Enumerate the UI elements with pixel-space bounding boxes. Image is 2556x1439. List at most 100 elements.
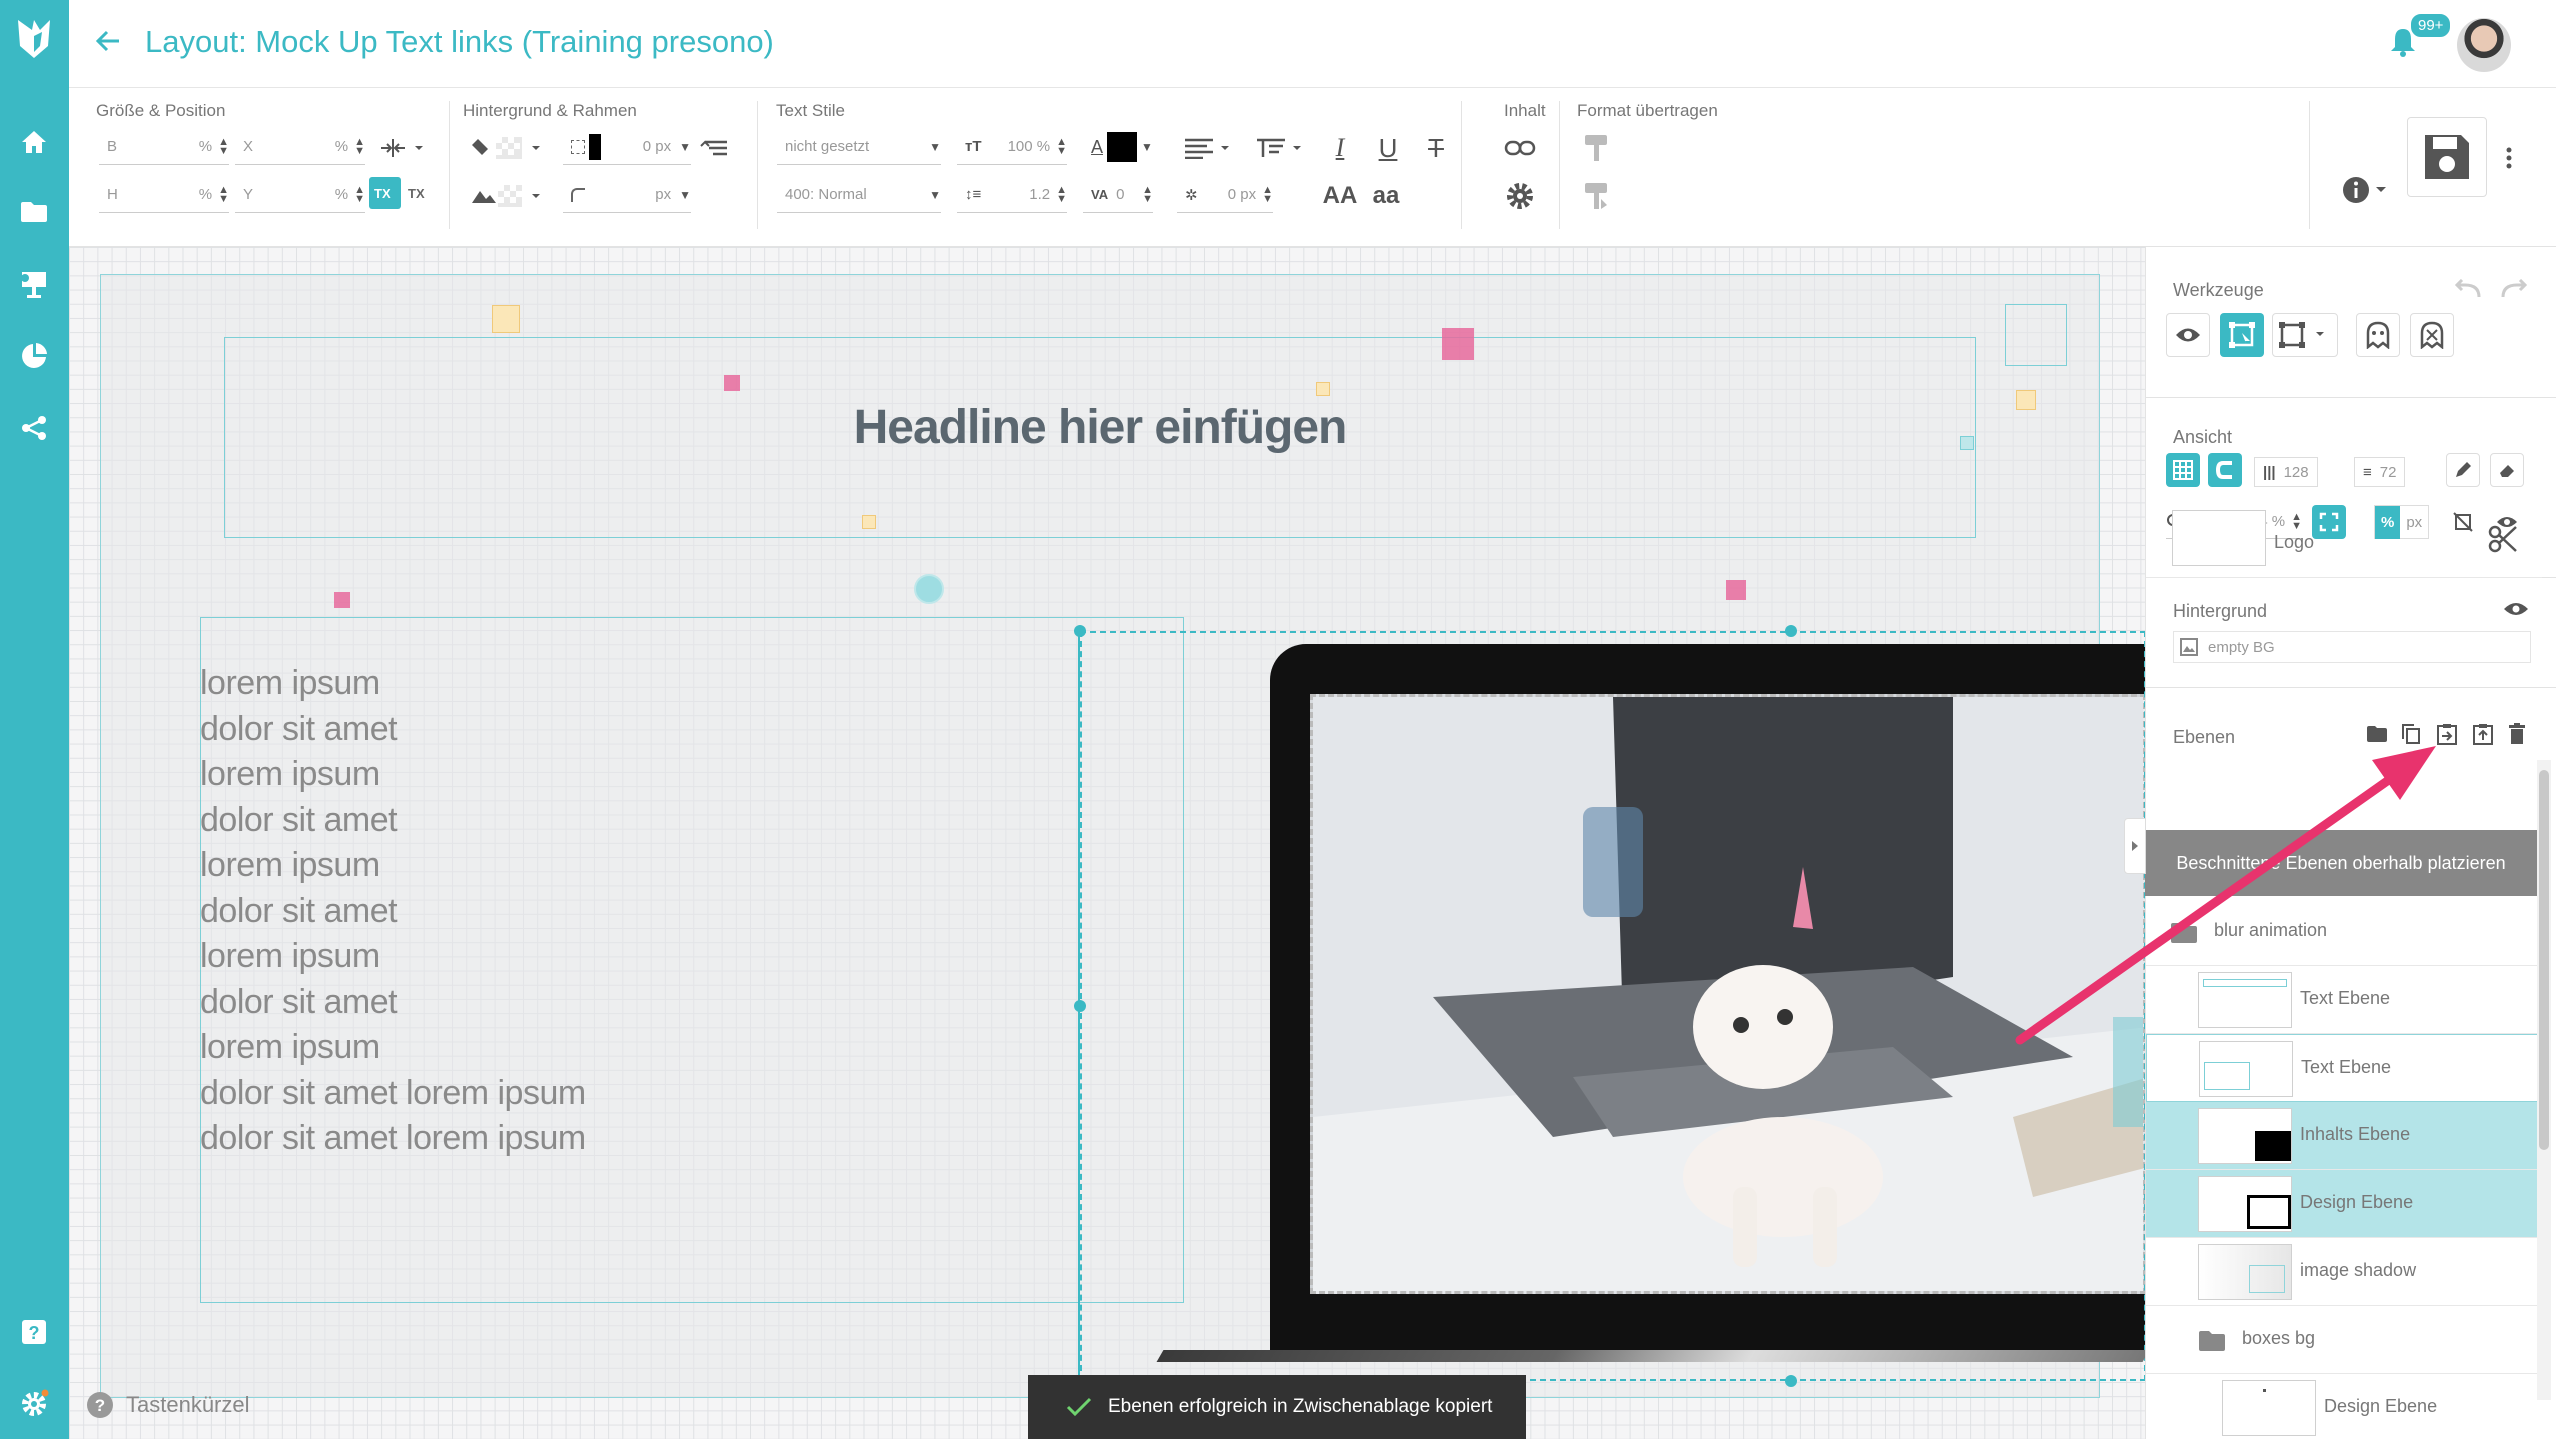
snap-magnet-icon[interactable] [2208,453,2242,487]
user-avatar[interactable] [2457,18,2511,72]
ghost-off-icon[interactable] [2410,313,2454,357]
border-width-input[interactable]: 0 px ▼ [563,129,691,165]
line-height-input[interactable]: ↕≡ 1.2 ▲ ▼ [957,177,1067,213]
selection-handle[interactable] [1785,625,1797,637]
lock-aspect-icon[interactable]: TX [369,177,401,209]
settings-gear-icon[interactable] [14,1384,54,1424]
paste-above-icon[interactable] [2468,717,2498,751]
selection-handle[interactable] [1074,625,1086,637]
help-icon[interactable]: ? [14,1312,54,1352]
content-settings-gear-icon[interactable] [1501,177,1539,215]
copy-format-icon[interactable] [1577,129,1615,167]
layer-row[interactable]: Design Ebene [2146,1170,2542,1238]
layer-row[interactable]: boxes bg [2146,1306,2542,1374]
grid-columns-input[interactable]: ||| 128 [2254,457,2318,487]
resize-handle[interactable] [1960,436,1974,450]
scissors-icon[interactable] [2488,524,2518,554]
select-tool-icon[interactable] [2220,313,2264,357]
logo-box[interactable] [2005,304,2067,366]
lorem-line: dolor sit amet [200,709,398,748]
align-distribute-icon[interactable] [371,129,431,167]
text-align-icon[interactable] [1177,129,1241,167]
layer-thumbnail [2172,510,2266,566]
eraser-icon[interactable] [2490,453,2524,487]
border-radius-input[interactable]: px ▼ [563,177,691,213]
selection-box[interactable] [1080,631,2146,1381]
lock-aspect-off-icon[interactable]: TX [403,177,435,209]
paste-inside-icon[interactable] [2432,717,2462,751]
background-eye-icon[interactable] [2496,589,2536,629]
headline-text[interactable]: Headline hier einfügen [225,400,1975,455]
paste-above-button[interactable]: Beschnittene Ebenen oberhalb platzieren [2145,830,2537,896]
back-arrow-icon[interactable] [93,26,123,56]
save-icon[interactable] [2407,117,2487,197]
background-select[interactable]: empty BG [2173,631,2531,663]
home-icon[interactable] [14,122,54,162]
border-style-icon[interactable] [695,129,733,167]
font-size-input[interactable]: тT 100 % ▲ ▼ [957,129,1067,165]
x-position-input[interactable]: X% ▲ ▼ [235,129,365,165]
layer-thumbnail [2198,1176,2292,1232]
layer-scrollbar-thumb[interactable] [2539,770,2549,1150]
paste-format-icon[interactable] [1577,177,1615,215]
redo-icon[interactable] [2492,267,2536,311]
divider [2146,397,2556,398]
letter-spacing-input[interactable]: VA 0 ▲ ▼ [1083,177,1153,213]
rotate-handle[interactable] [914,574,944,604]
layer-row[interactable]: Logo [2146,510,2542,578]
layer-row[interactable]: Text Ebene [2146,966,2542,1034]
svg-text:?: ? [29,1323,40,1343]
lorem-line: lorem ipsum [200,755,380,793]
strikethrough-icon[interactable]: T [1417,129,1455,167]
deco-dot [1442,328,1474,360]
copy-layers-icon[interactable] [2396,717,2426,751]
laptop-base [1156,1350,2150,1362]
preview-eye-icon[interactable] [2166,313,2210,357]
ghost-mode-icon[interactable] [2356,313,2400,357]
text-color-picker[interactable]: A ▼ [1083,129,1153,165]
layer-row[interactable]: Text Ebene [2146,1034,2542,1102]
vertical-align-icon[interactable] [1249,129,1313,167]
shortcuts-label: Tastenkürzel [126,1392,250,1417]
link-icon[interactable] [1501,129,1539,167]
lowercase-icon[interactable]: aa [1365,177,1407,215]
grid-rows-input[interactable]: ≡ 72 [2354,457,2406,487]
fill-color-icon[interactable] [465,129,555,167]
font-family-select[interactable]: nicht gesetzt ▼ [777,129,941,165]
undo-icon[interactable] [2446,267,2490,311]
italic-icon[interactable]: I [1321,129,1359,167]
height-input[interactable]: H% ▲ ▼ [99,177,229,213]
panel-collapse-toggle[interactable] [2124,818,2146,874]
lorem-line: dolor sit amet lorem ipsum [200,1119,586,1157]
uppercase-icon[interactable]: AA [1319,177,1361,215]
layer-row[interactable]: image shadow [2146,1238,2542,1306]
separator [1461,101,1462,229]
app-root: ? Layout: Mock Up Text links (Training p… [0,0,2556,1439]
pencil-icon[interactable] [2446,453,2480,487]
size-position-label: Größe & Position [96,101,226,120]
new-folder-icon[interactable] [2362,717,2392,751]
share-icon[interactable] [14,408,54,448]
y-position-input[interactable]: Y% ▲ ▼ [235,177,365,213]
font-weight-select[interactable]: 400: Normal ▼ [777,177,941,213]
presentation-icon[interactable] [14,264,54,304]
underline-icon[interactable]: U [1369,129,1407,167]
word-spacing-input[interactable]: ✲ 0 px ▲ ▼ [1177,177,1273,213]
folder-icon[interactable] [14,192,54,232]
layer-row[interactable]: Design Ebene [2146,1374,2542,1439]
more-vertical-icon[interactable] [2499,139,2519,177]
selection-handle[interactable] [1785,1375,1797,1387]
delete-trash-icon[interactable] [2502,717,2532,751]
layer-row[interactable]: Inhalts Ebene [2146,1102,2542,1170]
analytics-icon[interactable] [14,336,54,376]
background-image-icon[interactable] [465,177,555,215]
logo-icon[interactable] [10,14,58,62]
transform-tool-icon[interactable] [2272,313,2338,357]
info-icon[interactable] [2337,171,2397,209]
layer-row[interactable]: blur animation [2146,898,2542,966]
width-input[interactable]: B% ▲ ▼ [99,129,229,165]
shortcuts-link[interactable]: ? Tastenkürzel [86,1391,250,1419]
grid-view-icon[interactable] [2166,453,2200,487]
selection-handle[interactable] [1074,1000,1086,1012]
layer-thumbnail [2198,1244,2292,1300]
